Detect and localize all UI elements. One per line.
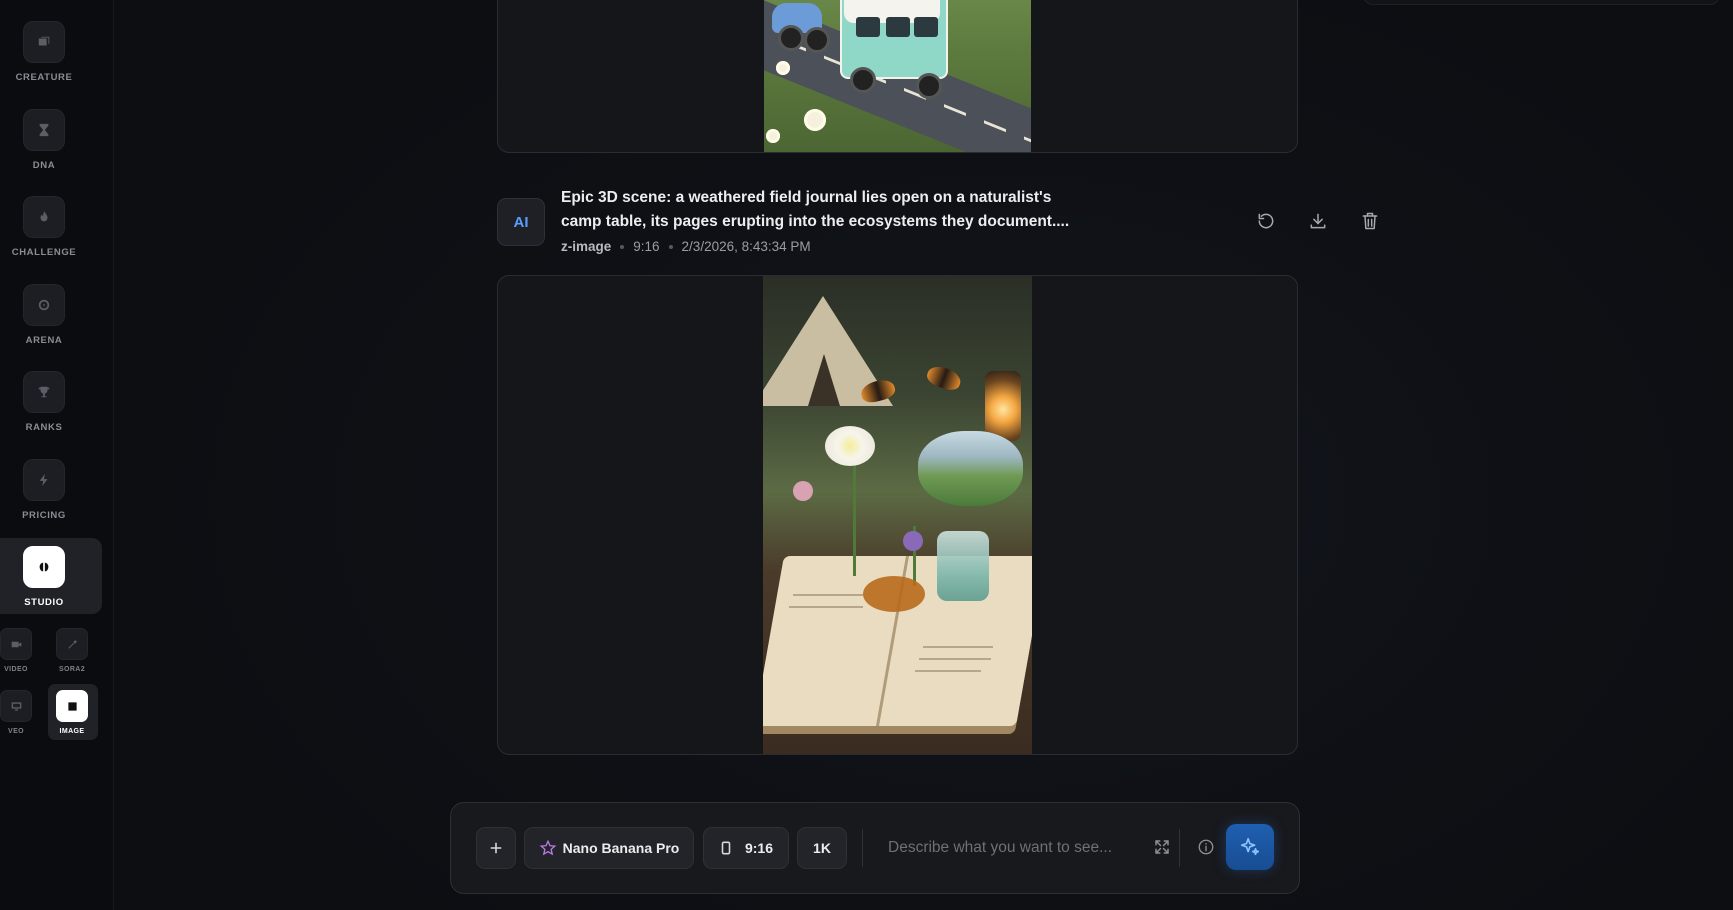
nav-label: ARENA bbox=[25, 335, 63, 346]
delete-button[interactable] bbox=[1357, 208, 1383, 234]
timestamp: 2/3/2026, 8:43:34 PM bbox=[681, 239, 811, 254]
nav-label: PRICING bbox=[22, 510, 66, 521]
nav-label: RANKS bbox=[25, 422, 63, 433]
generation-meta: z-image 9:16 2/3/2026, 8:43:34 PM bbox=[561, 239, 811, 254]
white-lily bbox=[825, 426, 875, 466]
subnav-video[interactable]: VIDEO bbox=[0, 628, 38, 673]
nav-label: CHALLENGE bbox=[11, 247, 77, 258]
model-name: z-image bbox=[561, 239, 612, 254]
wand-icon bbox=[56, 628, 88, 660]
van-window bbox=[914, 17, 938, 37]
van-window bbox=[856, 17, 880, 37]
nav-studio[interactable]: STUDIO bbox=[0, 546, 88, 608]
image-icon bbox=[56, 690, 88, 722]
plus-icon bbox=[490, 842, 502, 854]
flower bbox=[804, 109, 826, 131]
purple-flower bbox=[903, 531, 923, 551]
bolt-icon bbox=[23, 459, 65, 501]
nav-dna[interactable]: DNA bbox=[0, 109, 88, 171]
nav-creature[interactable]: CREATURE bbox=[0, 21, 88, 83]
flame-icon bbox=[23, 196, 65, 238]
subnav-sora2[interactable]: SORA2 bbox=[50, 628, 94, 673]
divider bbox=[1179, 829, 1180, 867]
studio-icon bbox=[23, 546, 65, 588]
flower bbox=[776, 61, 790, 75]
add-button[interactable] bbox=[476, 827, 516, 869]
journal-text-line bbox=[923, 646, 993, 648]
model-label: Nano Banana Pro bbox=[562, 840, 680, 856]
aspect-ratio-selector[interactable]: 9:16 bbox=[703, 827, 789, 869]
sidebar: CREATURE DNA CHALLENGE ARENA RANKS PRICI… bbox=[0, 0, 114, 910]
info-icon[interactable] bbox=[1197, 838, 1215, 856]
monitor-icon bbox=[0, 690, 32, 722]
specimen-jar bbox=[937, 531, 989, 601]
regenerate-button[interactable] bbox=[1253, 208, 1279, 234]
butterfly bbox=[924, 362, 964, 394]
trash-icon bbox=[1362, 212, 1378, 230]
divider bbox=[862, 829, 863, 867]
crosshair-icon bbox=[23, 284, 65, 326]
van-window bbox=[886, 17, 910, 37]
download-icon bbox=[1310, 213, 1326, 229]
subnav-label: IMAGE bbox=[59, 728, 85, 735]
journal-text-line bbox=[919, 658, 991, 660]
regenerate-icon bbox=[1258, 213, 1274, 229]
separator-dot bbox=[620, 244, 625, 249]
star-icon bbox=[539, 839, 556, 856]
phone-icon bbox=[721, 841, 731, 855]
video-icon bbox=[0, 628, 32, 660]
nav-ranks[interactable]: RANKS bbox=[0, 371, 88, 433]
wheel bbox=[916, 73, 942, 99]
resolution-label: 1K bbox=[813, 840, 831, 856]
aspect-label: 9:16 bbox=[744, 840, 774, 856]
sparkle-icon bbox=[1240, 837, 1260, 856]
subnav-image[interactable]: IMAGE bbox=[50, 690, 94, 735]
nav-arena[interactable]: ARENA bbox=[0, 284, 88, 346]
model-selector[interactable]: Nano Banana Pro bbox=[524, 827, 694, 869]
wheel bbox=[804, 27, 830, 53]
journal-text-line bbox=[789, 606, 863, 608]
subnav-veo[interactable]: VEO bbox=[0, 690, 38, 735]
prompt-input[interactable] bbox=[886, 833, 1130, 863]
ink-spill bbox=[863, 576, 925, 612]
lantern bbox=[985, 371, 1021, 441]
expand-icon[interactable] bbox=[1153, 838, 1171, 856]
hourglass-icon bbox=[23, 109, 65, 151]
panel-edge bbox=[1363, 0, 1720, 5]
wheel bbox=[778, 25, 804, 51]
generate-button[interactable] bbox=[1226, 824, 1274, 870]
aspect-ratio: 9:16 bbox=[633, 239, 660, 254]
image-icon bbox=[23, 21, 65, 63]
subnav-label: VEO bbox=[8, 728, 24, 735]
nav-label: DNA bbox=[32, 160, 56, 171]
subnav-label: SORA2 bbox=[58, 666, 86, 673]
nav-label: STUDIO bbox=[24, 597, 64, 608]
tent-door bbox=[808, 354, 840, 406]
generated-image-card[interactable] bbox=[497, 0, 1298, 153]
mountain-landscape bbox=[918, 431, 1023, 506]
resolution-selector[interactable]: 1K bbox=[797, 827, 847, 869]
generated-image-card[interactable] bbox=[497, 275, 1298, 755]
wheel bbox=[850, 67, 876, 93]
trophy-icon bbox=[23, 371, 65, 413]
subnav-label: VIDEO bbox=[4, 666, 28, 673]
nav-label: CREATURE bbox=[15, 72, 73, 83]
generated-image-crochet-van[interactable] bbox=[764, 0, 1031, 152]
journal-text-line bbox=[793, 594, 863, 596]
nav-pricing[interactable]: PRICING bbox=[0, 459, 88, 521]
journal-text-line bbox=[915, 670, 981, 672]
nav-challenge[interactable]: CHALLENGE bbox=[0, 196, 88, 258]
prompt-composer: Nano Banana Pro 9:16 1K bbox=[450, 802, 1300, 894]
ai-avatar: AI bbox=[497, 198, 545, 246]
flower-stem bbox=[853, 456, 856, 576]
prompt-text: Epic 3D scene: a weathered field journal… bbox=[561, 189, 1070, 230]
pink-flower bbox=[793, 481, 813, 501]
separator-dot bbox=[668, 244, 673, 249]
download-button[interactable] bbox=[1305, 208, 1331, 234]
flower bbox=[766, 129, 780, 143]
generated-image-field-journal[interactable] bbox=[763, 276, 1032, 754]
